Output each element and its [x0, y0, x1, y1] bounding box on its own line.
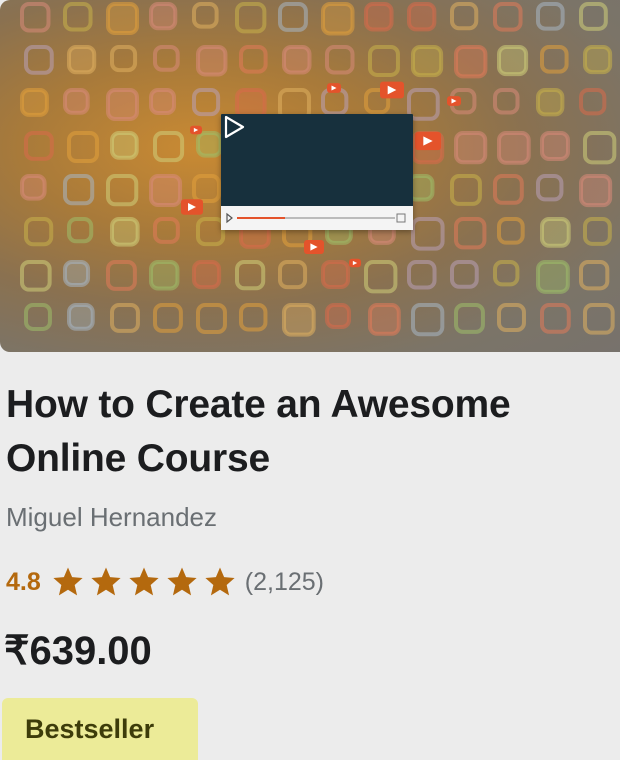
course-thumbnail[interactable]: [0, 0, 620, 352]
player-controls: [221, 206, 413, 230]
play-badge-icon: [380, 81, 404, 99]
star-icon: [91, 567, 121, 596]
course-card[interactable]: How to Create an Awesome Online Course M…: [0, 0, 620, 760]
play-badge-icon: [181, 199, 203, 215]
star-icon: [129, 567, 159, 596]
play-badge-icon: [327, 83, 341, 93]
play-badge-icon: [415, 131, 441, 151]
play-badge-icon: [304, 240, 324, 254]
course-price: ₹639.00: [4, 629, 152, 673]
play-icon: [224, 115, 245, 139]
rating-row: 4.8 (2,125): [6, 562, 324, 602]
course-title[interactable]: How to Create an Awesome Online Course: [6, 378, 606, 486]
play-badge-icon: [190, 125, 202, 135]
bestseller-badge: Bestseller: [2, 698, 198, 760]
rating-count: (2,125): [244, 567, 324, 596]
play-badge-icon: [349, 258, 361, 268]
rating-value: 4.8: [6, 567, 41, 596]
star-rating: [51, 565, 241, 599]
video-player-icon: [221, 114, 413, 230]
star-icon: [53, 567, 83, 596]
play-badge-icon: [447, 96, 461, 106]
star-icon: [205, 567, 235, 596]
instructor-name: Miguel Hernandez: [6, 502, 218, 532]
badge-label: Bestseller: [25, 714, 155, 744]
star-icon: [167, 567, 197, 596]
